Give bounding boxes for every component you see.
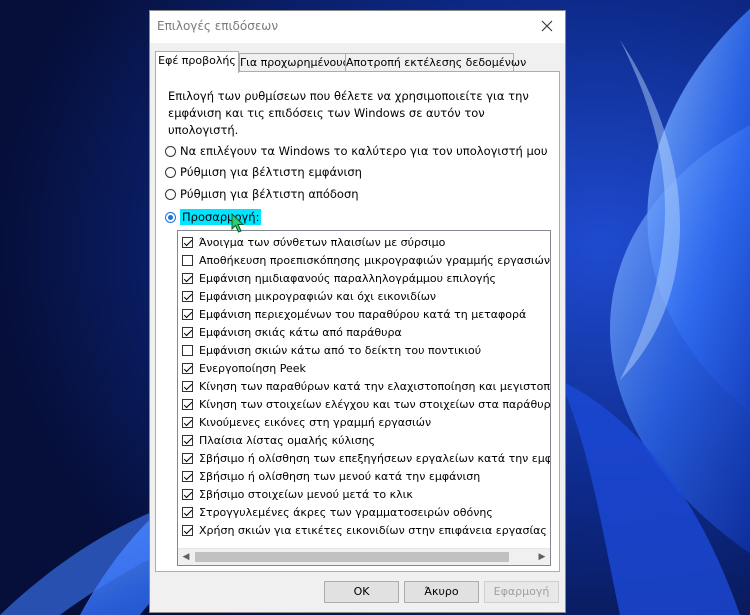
effect-option-label: Ενεργοποίηση Peek [199, 361, 306, 375]
effect-option-label: Κινούμενες εικόνες στη γραμμή εργασιών [199, 415, 432, 429]
effect-option-item[interactable]: Κινούμενες εικόνες στη γραμμή εργασιών [182, 413, 431, 431]
effect-option-item[interactable]: Σβήσιμο στοιχείων μενού μετά το κλικ [182, 485, 413, 503]
effect-option-item[interactable]: Σβήσιμο ή ολίσθηση των μενού κατά την εμ… [182, 467, 480, 485]
mouse-pointer-icon [231, 213, 245, 233]
window-title: Επιλογές επιδόσεων [157, 19, 279, 33]
effect-option-label: Κίνηση των παραθύρων κατά την ελαχιστοπο… [199, 379, 550, 393]
scroll-right-icon[interactable]: ▶ [534, 549, 550, 565]
title-bar[interactable]: Επιλογές επιδόσεων [150, 11, 565, 43]
effect-option-item[interactable]: Εμφάνιση ημιδιαφανούς παραλληλογράμμου ε… [182, 269, 496, 287]
effect-option-item[interactable]: Εμφάνιση περιεχομένων του παραθύρου κατά… [182, 305, 526, 323]
radio-button[interactable] [165, 145, 176, 157]
effect-option-item[interactable]: Αποθήκευση προεπισκόπησης μικρογραφιών γ… [182, 251, 550, 269]
effect-option-label: Εμφάνιση σκιάς κάτω από παράθυρα [199, 325, 402, 339]
radio-label: Προσαρμογή: [180, 209, 262, 225]
cancel-button[interactable]: Άκυρο [404, 581, 479, 603]
checkbox-checked[interactable] [182, 470, 193, 482]
radio-best-appearance[interactable]: Ρύθμιση για βέλτιστη εμφάνιση [165, 163, 362, 181]
radio-button-selected[interactable] [165, 211, 176, 223]
effect-option-label: Εμφάνιση περιεχομένων του παραθύρου κατά… [199, 307, 527, 321]
scrollbar-thumb[interactable] [195, 552, 509, 562]
effects-checklist-items: Άνοιγμα των σύνθετων πλαισίων με σύρσιμο… [178, 233, 550, 549]
radio-button[interactable] [165, 188, 176, 200]
effect-option-item[interactable]: Κίνηση των στοιχείων ελέγχου και των στο… [182, 395, 550, 413]
effect-option-item[interactable]: Ενεργοποίηση Peek [182, 359, 306, 377]
effect-option-item[interactable]: Εμφάνιση μικρογραφιών και όχι εικονιδίων [182, 287, 436, 305]
checkbox-checked[interactable] [182, 308, 193, 320]
effect-option-item[interactable]: Χρήση σκιών για ετικέτες εικονιδίων στην… [182, 521, 547, 539]
close-icon[interactable] [537, 16, 557, 36]
effect-option-item[interactable]: Κίνηση των παραθύρων κατά την ελαχιστοπο… [182, 377, 550, 395]
checkbox-checked[interactable] [182, 272, 193, 284]
radio-button[interactable] [165, 166, 176, 178]
description-line-2: εμφάνιση και τις επιδόσεις των Windows σ… [168, 106, 485, 137]
effect-option-label: Άνοιγμα των σύνθετων πλαισίων με σύρσιμο [199, 235, 446, 249]
effect-option-label: Αποθήκευση προεπισκόπησης μικρογραφιών γ… [199, 253, 550, 267]
checkbox-checked[interactable] [182, 524, 193, 536]
checkbox-checked[interactable] [182, 434, 193, 446]
checkbox-checked[interactable] [182, 398, 193, 410]
effect-option-label: Εμφάνιση μικρογραφιών και όχι εικονιδίων [199, 289, 437, 303]
checkbox-checked[interactable] [182, 362, 193, 374]
tab-advanced[interactable]: Για προχωρημένους [239, 53, 349, 71]
checkbox-checked[interactable] [182, 236, 193, 248]
effect-option-label: Σβήσιμο ή ολίσθηση των επεξηγήσεων εργαλ… [199, 451, 550, 465]
radio-label: Ρύθμιση για βέλτιστη απόδοση [180, 187, 359, 201]
checkbox-checked[interactable] [182, 506, 193, 518]
checkbox-checked[interactable] [182, 380, 193, 392]
ok-button[interactable]: OK [324, 581, 399, 603]
effect-option-item[interactable]: Εμφάνιση σκιών κάτω από το δείκτη του πο… [182, 341, 481, 359]
effect-option-label: Χρήση σκιών για ετικέτες εικονιδίων στην… [199, 523, 547, 537]
performance-options-dialog: Επιλογές επιδόσεων Εφέ προβολής Για προχ… [149, 10, 566, 613]
radio-label: Ρύθμιση για βέλτιστη εμφάνιση [180, 165, 362, 179]
effect-option-item[interactable]: Εμφάνιση σκιάς κάτω από παράθυρα [182, 323, 402, 341]
description: Επιλογή των ρυθμίσεων που θέλετε να χρησ… [168, 88, 548, 139]
effect-option-item[interactable]: Άνοιγμα των σύνθετων πλαισίων με σύρσιμο [182, 233, 445, 251]
checkbox-checked[interactable] [182, 326, 193, 338]
effect-option-item[interactable]: Σβήσιμο ή ολίσθηση των επεξηγήσεων εργαλ… [182, 449, 550, 467]
effect-option-item[interactable]: Στρογγυλεμένες άκρες των γραμματοσειρών … [182, 503, 493, 521]
apply-button[interactable]: Εφαρμογή [484, 581, 559, 603]
effect-option-label: Σβήσιμο ή ολίσθηση των μενού κατά την εμ… [199, 469, 481, 483]
radio-custom[interactable]: Προσαρμογή: [165, 208, 262, 226]
radio-best-performance[interactable]: Ρύθμιση για βέλτιστη απόδοση [165, 185, 359, 203]
effect-option-label: Εμφάνιση ημιδιαφανούς παραλληλογράμμου ε… [199, 271, 496, 285]
radio-let-windows-choose[interactable]: Να επιλέγουν τα Windows το καλύτερο για … [165, 142, 547, 160]
effects-checklist[interactable]: Άνοιγμα των σύνθετων πλαισίων με σύρσιμο… [177, 230, 551, 566]
effect-option-label: Στρογγυλεμένες άκρες των γραμματοσειρών … [199, 505, 493, 519]
tab-data-execution-prevention[interactable]: Αποτροπή εκτέλεσης δεδομένων [345, 53, 526, 71]
checkbox-checked[interactable] [182, 290, 193, 302]
checkbox-unchecked[interactable] [182, 254, 193, 266]
checkbox-checked[interactable] [182, 488, 193, 500]
visual-effects-panel: Επιλογή των ρυθμίσεων που θέλετε να χρησ… [155, 71, 560, 572]
effect-option-label: Εμφάνιση σκιών κάτω από το δείκτη του πο… [199, 343, 482, 357]
effect-option-label: Κίνηση των στοιχείων ελέγχου και των στο… [199, 397, 550, 411]
scroll-left-icon[interactable]: ◀ [178, 549, 194, 565]
checkbox-checked[interactable] [182, 416, 193, 428]
horizontal-scrollbar[interactable]: ◀ ▶ [178, 548, 550, 565]
description-line-1: Επιλογή των ρυθμίσεων που θέλετε να χρησ… [168, 89, 529, 103]
radio-label: Να επιλέγουν τα Windows το καλύτερο για … [180, 144, 548, 158]
effect-option-label: Σβήσιμο στοιχείων μενού μετά το κλικ [199, 487, 413, 501]
effect-option-item[interactable]: Πλαίσια λίστας ομαλής κύλισης [182, 431, 375, 449]
checkbox-unchecked[interactable] [182, 344, 193, 356]
effect-option-label: Πλαίσια λίστας ομαλής κύλισης [199, 433, 376, 447]
tab-visual-effects[interactable]: Εφέ προβολής [155, 51, 239, 73]
checkbox-checked[interactable] [182, 452, 193, 464]
